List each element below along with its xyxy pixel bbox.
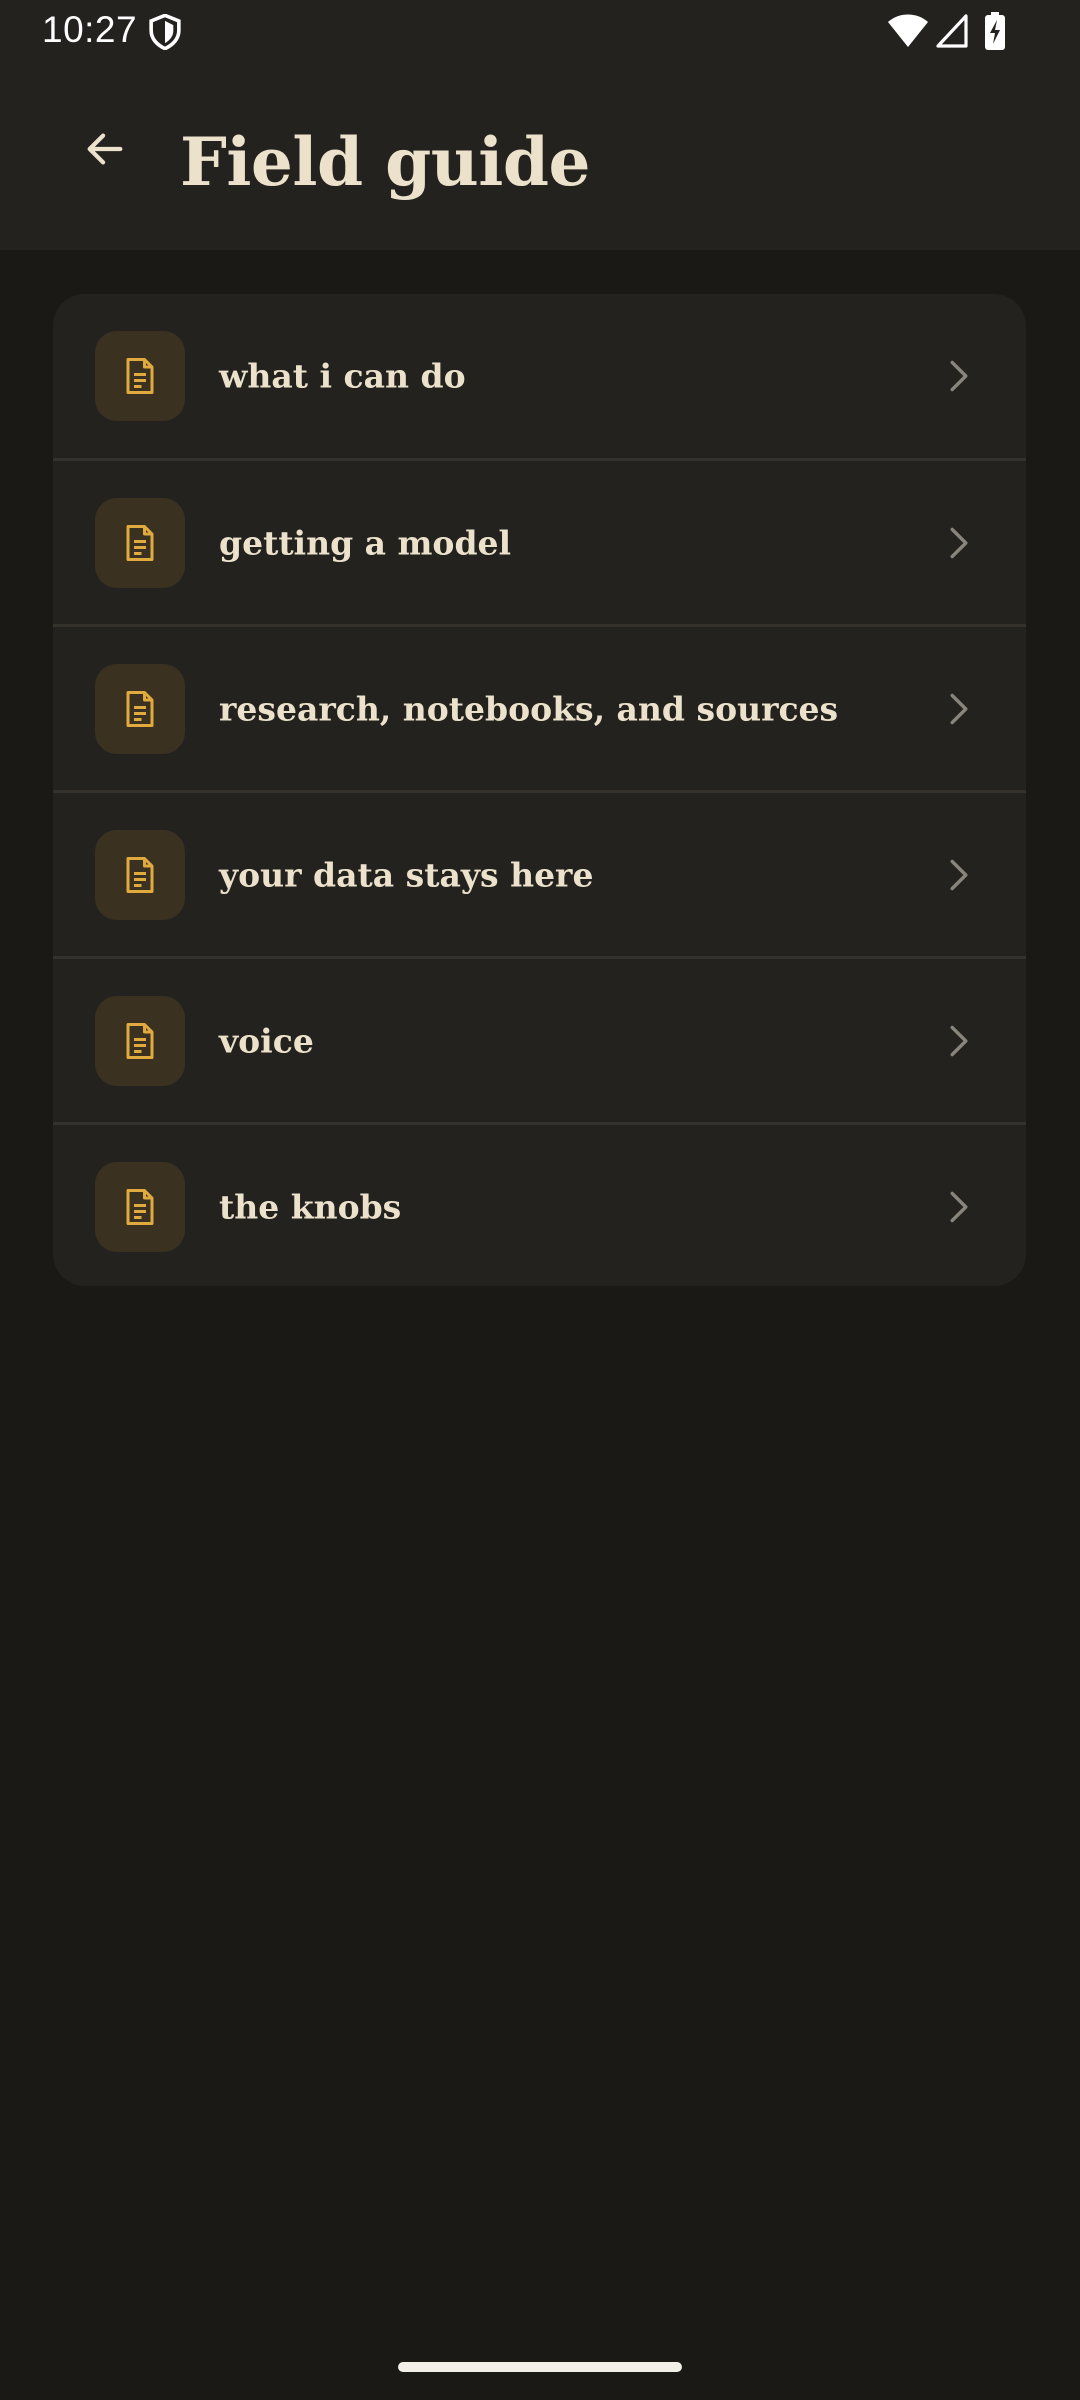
status-time: 10:27 bbox=[42, 9, 138, 50]
home-indicator[interactable] bbox=[398, 2362, 682, 2372]
guide-item-getting-a-model[interactable]: getting a model bbox=[53, 458, 1026, 624]
chevron-right-icon bbox=[944, 1023, 974, 1059]
chevron-right-icon bbox=[944, 691, 974, 727]
guide-item-label: the knobs bbox=[219, 1187, 402, 1226]
document-icon bbox=[95, 663, 185, 754]
guide-item-research[interactable]: research, notebooks, and sources bbox=[53, 624, 1026, 790]
chevron-right-icon bbox=[944, 358, 974, 394]
battery-charging-icon bbox=[985, 12, 1005, 50]
guide-item-label: your data stays here bbox=[219, 855, 594, 894]
app-bar: Field guide bbox=[0, 62, 1080, 250]
guide-item-label: voice bbox=[219, 1021, 314, 1060]
chevron-right-icon bbox=[944, 525, 974, 561]
arrow-back-icon bbox=[87, 133, 123, 165]
guide-item-label: getting a model bbox=[219, 523, 512, 562]
guide-item-label: what i can do bbox=[219, 356, 466, 396]
document-icon bbox=[95, 995, 185, 1086]
document-icon bbox=[95, 497, 185, 588]
back-button[interactable] bbox=[62, 106, 148, 192]
chevron-right-icon bbox=[944, 857, 974, 893]
status-bar: 10:27 bbox=[0, 0, 1080, 62]
shield-icon bbox=[149, 14, 181, 50]
document-icon bbox=[95, 829, 185, 920]
guide-item-the-knobs[interactable]: the knobs bbox=[53, 1122, 1026, 1286]
guide-item-label: research, notebooks, and sources bbox=[219, 689, 839, 728]
guide-list-card: what i can do getting a model research, … bbox=[53, 294, 1026, 1286]
guide-item-your-data[interactable]: your data stays here bbox=[53, 790, 1026, 956]
wifi-icon bbox=[888, 14, 928, 47]
guide-item-what-i-can-do[interactable]: what i can do bbox=[53, 294, 1026, 458]
chevron-right-icon bbox=[944, 1189, 974, 1225]
page-title: Field guide bbox=[180, 123, 590, 201]
document-icon bbox=[95, 331, 185, 421]
cellular-signal-icon bbox=[936, 14, 968, 48]
document-icon bbox=[95, 1161, 185, 1252]
guide-item-voice[interactable]: voice bbox=[53, 956, 1026, 1122]
